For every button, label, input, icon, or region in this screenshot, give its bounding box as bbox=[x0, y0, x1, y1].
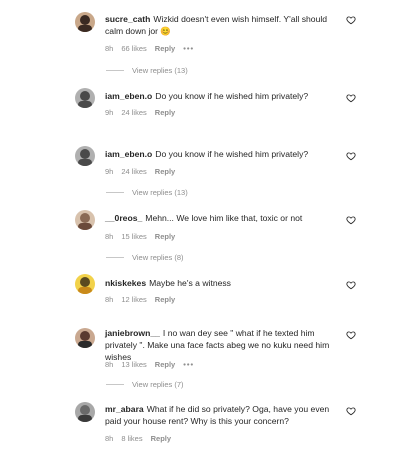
comment-text: sucre_cath Wizkid doesn't even wish himse… bbox=[105, 13, 345, 37]
comment-username[interactable]: __0reos_ bbox=[105, 213, 142, 223]
heart-outline-icon[interactable] bbox=[346, 280, 356, 290]
view-replies-divider bbox=[106, 70, 124, 71]
comment-meta: 8h 15 likes Reply bbox=[105, 232, 183, 241]
comment-likes[interactable]: 8 likes bbox=[121, 434, 142, 443]
comment-time: 9h bbox=[105, 108, 114, 117]
view-replies-divider bbox=[106, 192, 124, 193]
comment-text: iam_eben.o Do you know if he wished him p… bbox=[105, 90, 345, 102]
comment-username[interactable]: iam_eben.o bbox=[105, 149, 152, 159]
heart-outline-icon[interactable] bbox=[346, 15, 356, 25]
reply-button[interactable]: Reply bbox=[155, 108, 175, 117]
view-replies-label[interactable]: View replies (13) bbox=[132, 188, 188, 197]
comment-time: 9h bbox=[105, 167, 114, 176]
avatar[interactable] bbox=[75, 146, 95, 166]
comment-body: Do you know if he wished him privately? bbox=[155, 91, 309, 101]
view-replies-button[interactable]: View replies (7) bbox=[106, 380, 184, 389]
comment-text: nkiskekes Maybe he's a witness bbox=[105, 277, 345, 289]
comment-body: Do you know if he wished him privately? bbox=[155, 149, 309, 159]
heart-outline-icon[interactable] bbox=[346, 406, 356, 416]
comment-time: 8h bbox=[105, 360, 114, 369]
comment-meta: 8h 13 likes Reply ••• bbox=[105, 360, 202, 369]
avatar[interactable] bbox=[75, 88, 95, 108]
comment-likes[interactable]: 12 likes bbox=[121, 295, 146, 304]
comment-username[interactable]: nkiskekes bbox=[105, 278, 146, 288]
avatar[interactable] bbox=[75, 402, 95, 422]
comment-text: mr_abara What if he did so privately? Oga… bbox=[105, 403, 345, 427]
comment-meta: 8h 12 likes Reply bbox=[105, 295, 183, 304]
more-options-icon[interactable]: ••• bbox=[183, 44, 194, 53]
comment-meta: 8h 66 likes Reply ••• bbox=[105, 44, 202, 53]
comment-likes[interactable]: 66 likes bbox=[121, 44, 146, 53]
view-replies-divider bbox=[106, 384, 124, 385]
comment-time: 8h bbox=[105, 434, 114, 443]
view-replies-label[interactable]: View replies (8) bbox=[132, 253, 184, 262]
heart-outline-icon[interactable] bbox=[346, 151, 356, 161]
view-replies-button[interactable]: View replies (8) bbox=[106, 253, 184, 262]
comment-likes[interactable]: 13 likes bbox=[121, 360, 146, 369]
comment-time: 8h bbox=[105, 232, 114, 241]
comment-text: iam_eben.o Do you know if he wished him p… bbox=[105, 148, 345, 160]
view-replies-button[interactable]: View replies (13) bbox=[106, 188, 188, 197]
avatar[interactable] bbox=[75, 12, 95, 32]
reply-button[interactable]: Reply bbox=[155, 360, 175, 369]
comment-likes[interactable]: 24 likes bbox=[121, 108, 146, 117]
heart-outline-icon[interactable] bbox=[346, 215, 356, 225]
comment-time: 8h bbox=[105, 295, 114, 304]
reply-button[interactable]: Reply bbox=[151, 434, 171, 443]
view-replies-label[interactable]: View replies (7) bbox=[132, 380, 184, 389]
comment-body: Maybe he's a witness bbox=[149, 278, 231, 288]
view-replies-divider bbox=[106, 257, 124, 258]
comment-username[interactable]: iam_eben.o bbox=[105, 91, 152, 101]
comment-meta: 9h 24 likes Reply bbox=[105, 167, 183, 176]
view-replies-label[interactable]: View replies (13) bbox=[132, 66, 188, 75]
reply-button[interactable]: Reply bbox=[155, 232, 175, 241]
comment-meta: 8h 8 likes Reply bbox=[105, 434, 179, 443]
avatar[interactable] bbox=[75, 328, 95, 348]
avatar[interactable] bbox=[75, 274, 95, 294]
more-options-icon[interactable]: ••• bbox=[183, 360, 194, 369]
comment-body: Mehn... We love him like that, toxic or … bbox=[145, 213, 303, 223]
comment-username[interactable]: mr_abara bbox=[105, 404, 144, 414]
reply-button[interactable]: Reply bbox=[155, 44, 175, 53]
comment-username[interactable]: janiebrown__ bbox=[105, 328, 160, 338]
comment-text: __0reos_ Mehn... We love him like that, t… bbox=[105, 212, 345, 224]
heart-outline-icon[interactable] bbox=[346, 330, 356, 340]
reply-button[interactable]: Reply bbox=[155, 295, 175, 304]
reply-button[interactable]: Reply bbox=[155, 167, 175, 176]
heart-outline-icon[interactable] bbox=[346, 93, 356, 103]
comment-time: 8h bbox=[105, 44, 114, 53]
comment-likes[interactable]: 24 likes bbox=[121, 167, 146, 176]
avatar[interactable] bbox=[75, 210, 95, 230]
comment-username[interactable]: sucre_cath bbox=[105, 14, 150, 24]
comment-text: janiebrown__ I no wan dey see " what if h… bbox=[105, 327, 345, 363]
view-replies-button[interactable]: View replies (13) bbox=[106, 66, 188, 75]
comment-meta: 9h 24 likes Reply bbox=[105, 108, 183, 117]
comment-likes[interactable]: 15 likes bbox=[121, 232, 146, 241]
